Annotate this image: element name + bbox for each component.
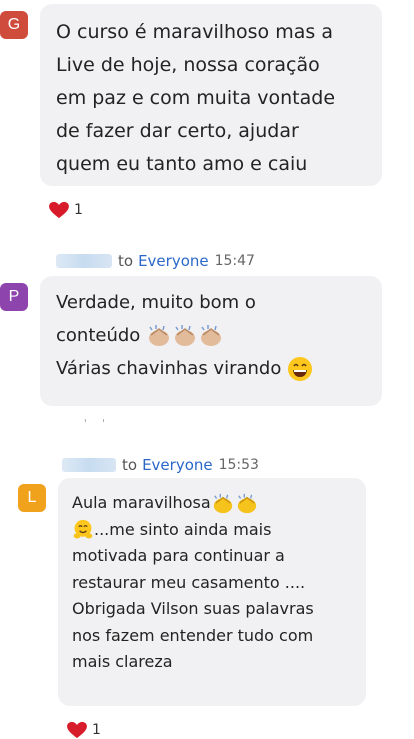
avatar-initial: G — [7, 16, 21, 33]
message-line: conteúdo — [56, 325, 141, 346]
clapping-hands-icon — [213, 493, 232, 513]
recipient-link[interactable]: Everyone — [142, 456, 213, 474]
clapping-hands-icon — [237, 493, 256, 513]
grinning-face-icon — [288, 357, 313, 381]
avatar-initial: P — [8, 288, 20, 305]
sender-name-redacted — [56, 254, 112, 268]
message-text: O curso é maravilhoso mas a Live de hoje… — [56, 16, 335, 181]
message-line-with-emoji: conteúdo — [56, 319, 313, 352]
reaction-badge-cut: -+ -+ — [76, 414, 126, 422]
heart-icon — [67, 721, 87, 739]
message-line: restaurar meu casamento .... — [72, 572, 306, 592]
avatar: P — [0, 283, 28, 311]
reaction-count: 1 — [74, 202, 83, 218]
reaction-badge[interactable]: 1 — [48, 201, 83, 219]
to-label: to — [122, 456, 138, 474]
message-line: Várias chavinhas virando — [56, 358, 282, 379]
message-bubble: Verdade, muito bom o conteúdo Várias cha… — [40, 276, 382, 406]
message-line: de fazer dar certo, ajudar — [56, 120, 299, 142]
message-line: Aula maravilhosa — [72, 493, 211, 512]
heart-icon — [49, 201, 69, 219]
message-header: to Everyone 15:47 — [56, 252, 255, 270]
reaction-count: 1 — [92, 722, 101, 738]
message-line: nos fazem entender tudo com — [72, 625, 314, 645]
message-text: Verdade, muito bom o conteúdo Várias cha… — [56, 286, 313, 385]
message-line: ...me sinto ainda mais — [94, 519, 272, 539]
to-label: to — [118, 252, 134, 270]
message-text: Aula maravilhosa ...me sinto ainda mais … — [72, 490, 314, 676]
timestamp: 15:53 — [218, 457, 259, 473]
recipient-link[interactable]: Everyone — [138, 252, 209, 270]
clapping-hands-icon — [149, 325, 170, 346]
message-line-with-emoji: Várias chavinhas virando — [56, 352, 313, 385]
message-header: to Everyone 15:53 — [62, 456, 259, 474]
message-bubble: O curso é maravilhoso mas a Live de hoje… — [40, 4, 382, 186]
clapping-hands-icon — [175, 325, 196, 346]
avatar-initial: L — [27, 489, 37, 506]
message-line: Live de hoje, nossa coração — [56, 54, 320, 76]
avatar: G — [0, 11, 28, 39]
sender-name-redacted — [62, 458, 116, 472]
message-line: Obrigada Vilson suas palavras — [72, 599, 314, 618]
timestamp: 15:47 — [214, 253, 255, 269]
message-line: Verdade, muito bom o — [56, 292, 256, 313]
message-line: motivada para continuar a — [72, 546, 285, 565]
message-line: em paz e com muita vontade — [56, 87, 336, 109]
message-line: O curso é maravilhoso mas a — [56, 21, 333, 43]
hugging-face-icon — [73, 519, 93, 539]
message-line: mais clareza — [72, 652, 173, 671]
reaction-badge[interactable]: 1 — [66, 721, 101, 739]
clapping-hands-icon — [201, 325, 222, 346]
message-line-with-emoji: ...me sinto ainda mais — [72, 517, 314, 544]
message-line: quem eu tanto amo e caiu — [56, 153, 308, 175]
message-line-with-emoji: Aula maravilhosa — [72, 490, 314, 517]
avatar: L — [18, 484, 46, 512]
message-bubble: Aula maravilhosa ...me sinto ainda mais … — [58, 478, 366, 706]
